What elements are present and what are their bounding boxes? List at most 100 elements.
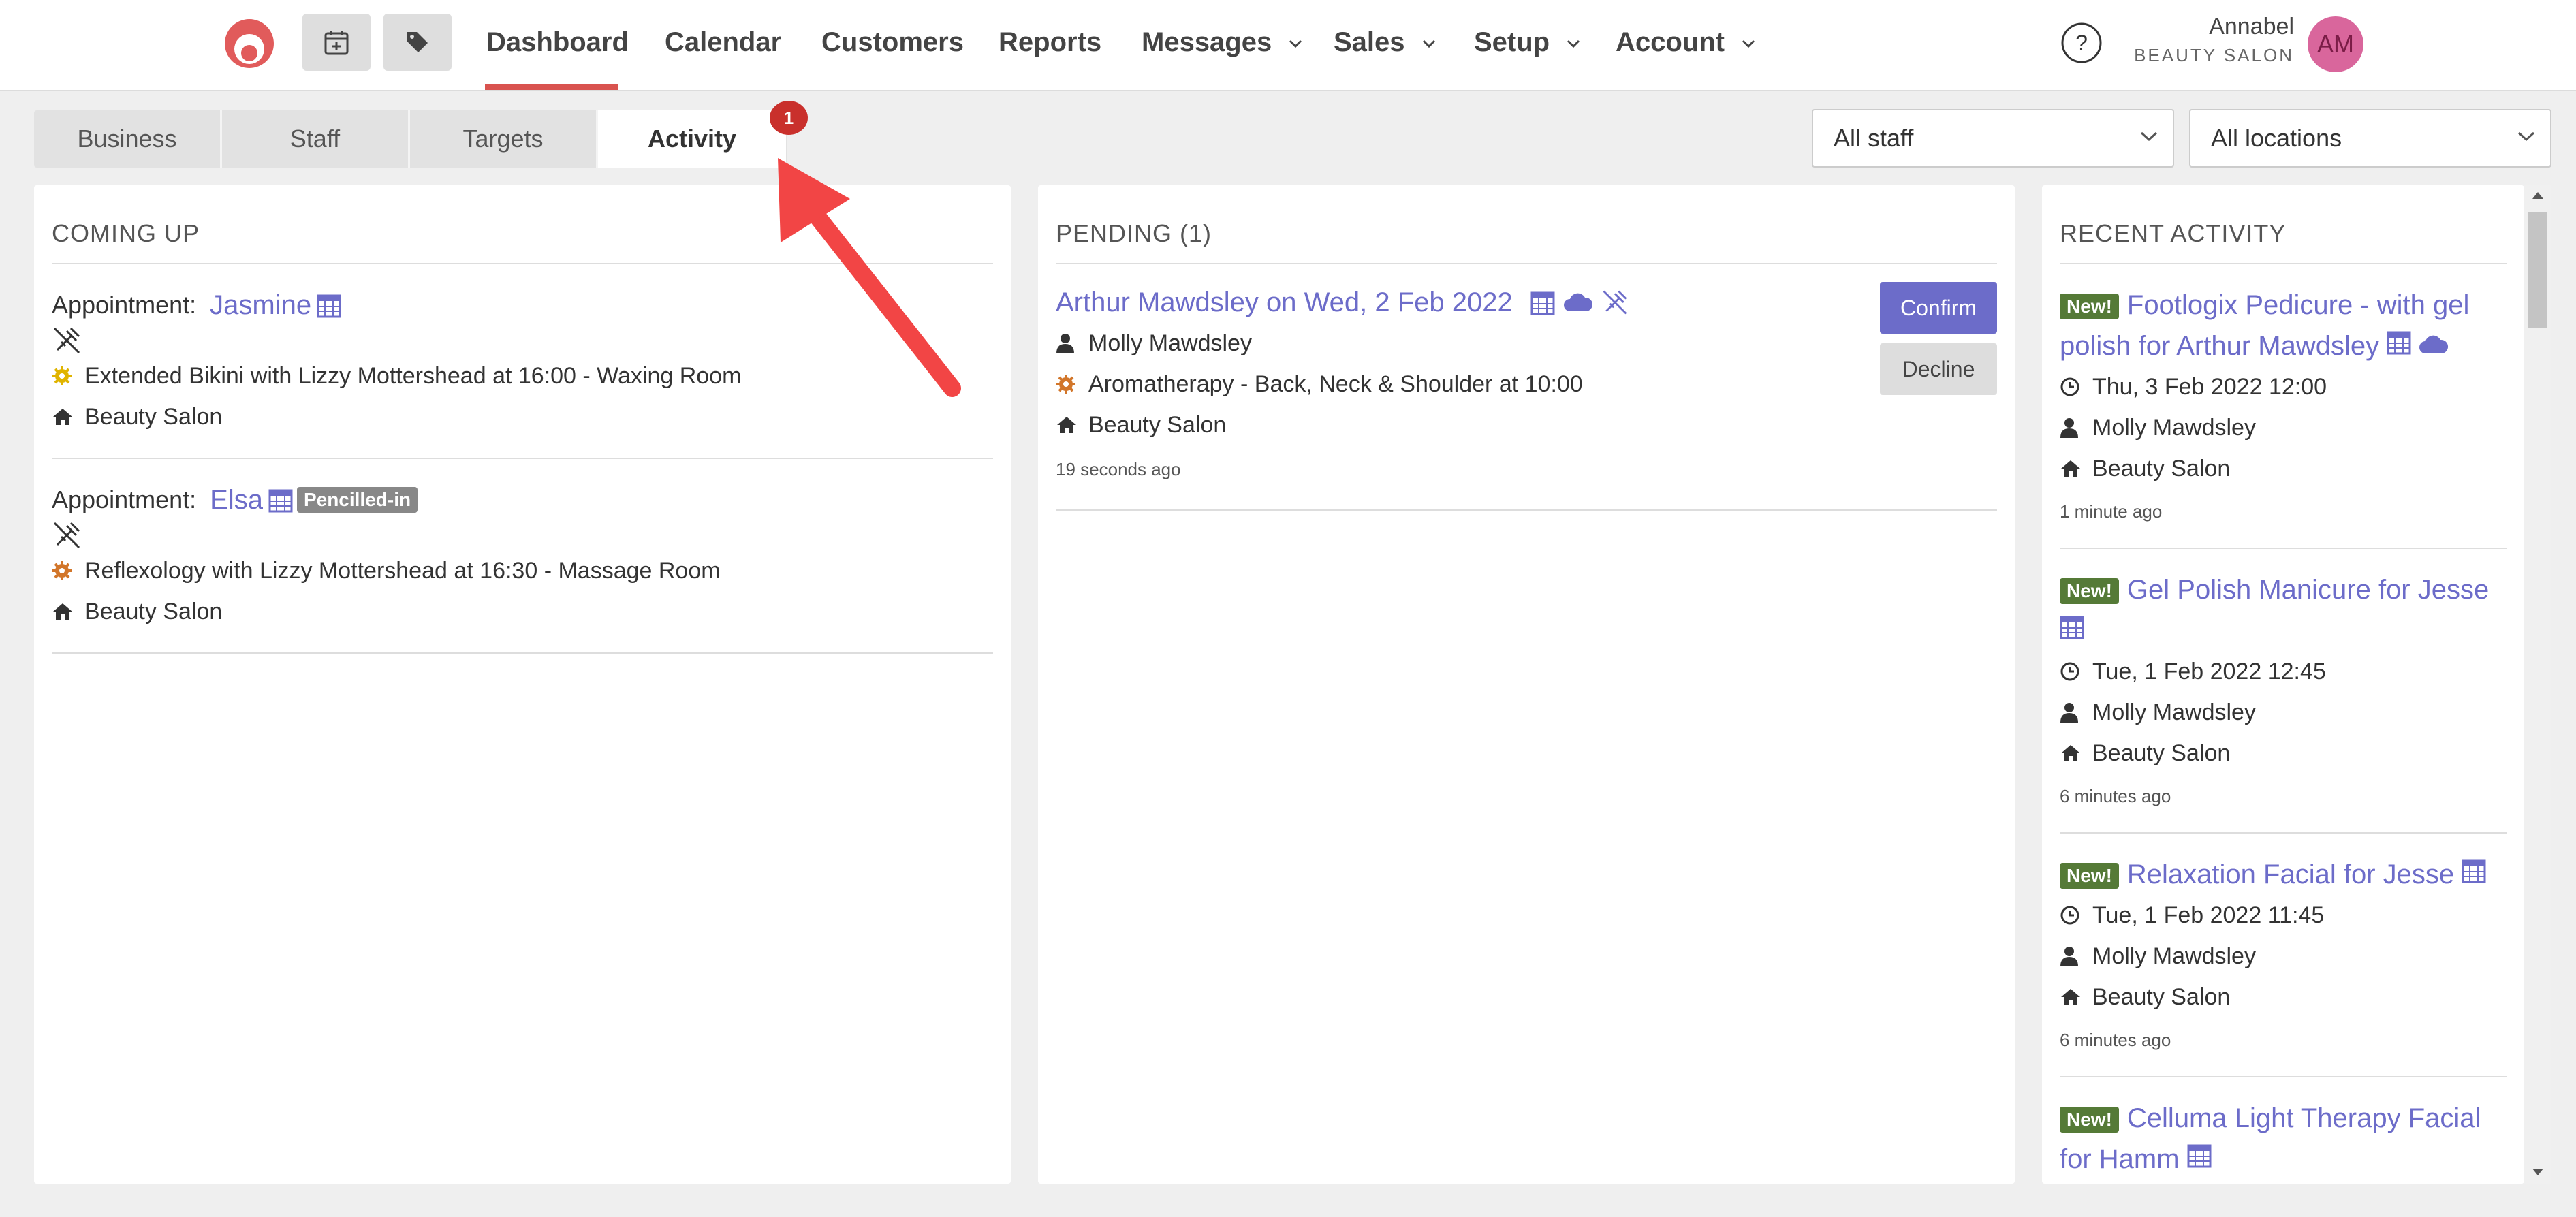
nav-messages[interactable]: Messages xyxy=(1142,25,1302,65)
no-deposit-icon xyxy=(53,327,80,354)
list-item: Arthur Mawdsley on Wed, 2 Feb 2022 Molly… xyxy=(1056,264,1997,511)
nav-setup[interactable]: Setup xyxy=(1474,25,1580,65)
cloud-icon xyxy=(2419,335,2449,353)
chevron-down-icon xyxy=(1422,40,1435,48)
dashboard-tabs: Business Staff Targets Activity xyxy=(34,110,787,168)
staff-filter-select[interactable]: All staff xyxy=(1812,109,2174,168)
recent-activity-scrollbar[interactable] xyxy=(2524,185,2551,1184)
confirm-button[interactable]: Confirm xyxy=(1880,282,1997,334)
calendar-icon[interactable] xyxy=(1530,289,1555,315)
sale-tag-button[interactable] xyxy=(383,14,452,71)
pending-appointment-link[interactable]: Arthur Mawdsley on Wed, 2 Feb 2022 xyxy=(1056,282,1513,323)
chevron-down-icon xyxy=(2517,131,2535,142)
appointment-service: Reflexology with Lizzy Mottershead at 16… xyxy=(84,558,721,584)
pending-service: Aromatherapy - Back, Neck & Shoulder at … xyxy=(1088,371,1583,397)
activity-title-link[interactable]: Celluma Light Therapy Facial xyxy=(2127,1103,2481,1133)
appointment-label: Appointment: xyxy=(52,486,197,513)
chevron-down-icon xyxy=(1289,40,1302,48)
location-filter-value: All locations xyxy=(2211,124,2342,152)
activity-location: Beauty Salon xyxy=(2092,740,2231,766)
clock-icon xyxy=(2060,662,2079,681)
coming-up-panel: COMING UP Appointment: Jasmine Extended … xyxy=(34,185,1011,1184)
recent-activity-panel: RECENT ACTIVITY New! Footlogix Pedicure -… xyxy=(2042,185,2524,1184)
activity-staff: Molly Mawdsley xyxy=(2092,415,2256,441)
home-icon xyxy=(2061,460,2080,477)
home-icon xyxy=(2061,745,2080,761)
gear-icon xyxy=(1056,375,1075,394)
active-nav-indicator xyxy=(485,84,618,90)
home-icon xyxy=(2061,989,2080,1005)
calendar-icon[interactable] xyxy=(2462,857,2486,883)
coming-up-title: COMING UP xyxy=(52,219,993,264)
nav-dashboard[interactable]: Dashboard xyxy=(486,25,629,65)
activity-location: Beauty Salon xyxy=(2092,984,2231,1010)
tag-icon xyxy=(407,32,428,52)
nav-sales-label: Sales xyxy=(1334,27,1405,57)
list-item: Appointment: Elsa Pencilled-in Reflexolo… xyxy=(52,459,993,654)
appointment-customer-link[interactable]: Jasmine xyxy=(210,285,311,326)
avatar[interactable]: AM xyxy=(2308,16,2363,72)
activity-datetime: Thu, 3 Feb 2022 12:00 xyxy=(2092,374,2327,400)
activity-title-link[interactable]: Relaxation Facial for Jesse xyxy=(2127,859,2454,889)
new-appointment-button[interactable] xyxy=(302,14,371,71)
activity-staff: Molly Mawdsley xyxy=(2092,699,2256,725)
appointment-customer-link[interactable]: Elsa xyxy=(210,479,263,520)
user-organisation[interactable]: BEAUTY SALON xyxy=(2111,45,2294,66)
home-icon xyxy=(1057,417,1076,433)
decline-button[interactable]: Decline xyxy=(1880,343,1997,395)
pending-timestamp: 19 seconds ago xyxy=(1056,459,1181,479)
nav-sales[interactable]: Sales xyxy=(1334,25,1436,65)
home-icon xyxy=(53,409,72,425)
chevron-down-icon xyxy=(1742,40,1755,48)
activity-timestamp: 1 minute ago xyxy=(2060,501,2163,522)
activity-title-link[interactable]: Gel Polish Manicure for Jesse xyxy=(2127,575,2489,605)
user-name[interactable]: Annabel xyxy=(2111,14,2294,40)
new-badge: New! xyxy=(2060,863,2119,889)
nav-account[interactable]: Account xyxy=(1616,25,1755,65)
staff-filter-value: All staff xyxy=(1834,124,1914,152)
nav-reports[interactable]: Reports xyxy=(999,25,1101,65)
tab-staff[interactable]: Staff xyxy=(222,110,410,168)
activity-title-link[interactable]: Footlogix Pedicure - with gel xyxy=(2127,290,2469,320)
activity-timestamp: 6 minutes ago xyxy=(2060,786,2171,806)
top-navigation: Dashboard Calendar Customers Reports Mes… xyxy=(0,0,2576,91)
recent-activity-title: RECENT ACTIVITY xyxy=(2060,219,2507,264)
calendar-icon[interactable] xyxy=(2387,329,2411,355)
status-badge: Pencilled-in xyxy=(296,487,418,513)
home-icon xyxy=(53,603,72,620)
clock-icon xyxy=(2060,377,2079,396)
help-icon[interactable]: ? xyxy=(2060,22,2103,64)
tab-activity[interactable]: Activity xyxy=(598,110,786,168)
pending-staff: Molly Mawdsley xyxy=(1088,330,1252,356)
calendar-icon[interactable] xyxy=(317,292,341,318)
svg-text:?: ? xyxy=(2075,31,2088,55)
nav-setup-label: Setup xyxy=(1474,27,1550,57)
location-filter-select[interactable]: All locations xyxy=(2189,109,2551,168)
appointment-label: Appointment: xyxy=(52,291,197,319)
activity-count-badge: 1 xyxy=(770,101,808,135)
no-deposit-icon xyxy=(1603,290,1627,315)
app-logo[interactable] xyxy=(223,18,275,69)
activity-title-link-cont[interactable]: polish for Arthur Mawdsley xyxy=(2060,331,2379,361)
no-deposit-icon xyxy=(53,522,80,549)
nav-customers[interactable]: Customers xyxy=(821,25,964,65)
new-badge: New! xyxy=(2060,294,2119,320)
list-item: Appointment: Jasmine Extended Bikini wit… xyxy=(52,264,993,459)
scrollbar-thumb[interactable] xyxy=(2528,212,2547,328)
nav-calendar[interactable]: Calendar xyxy=(665,25,781,65)
activity-datetime: Tue, 1 Feb 2022 12:45 xyxy=(2092,659,2326,684)
calendar-icon[interactable] xyxy=(268,487,293,513)
appointment-service: Extended Bikini with Lizzy Mottershead a… xyxy=(84,363,742,389)
nav-account-label: Account xyxy=(1616,27,1725,57)
calendar-icon[interactable] xyxy=(2060,614,2084,639)
tab-targets[interactable]: Targets xyxy=(410,110,598,168)
scroll-up-icon[interactable] xyxy=(2531,191,2545,200)
clock-icon xyxy=(2060,906,2079,925)
list-item: New! Celluma Light Therapy Facial for Ham… xyxy=(2060,1077,2507,1180)
tab-business[interactable]: Business xyxy=(34,110,222,168)
activity-title-link-cont[interactable]: for Hamm xyxy=(2060,1144,2180,1174)
list-item: New! Footlogix Pedicure - with gel polish… xyxy=(2060,264,2507,549)
calendar-icon[interactable] xyxy=(2187,1142,2212,1168)
scroll-down-icon[interactable] xyxy=(2531,1167,2545,1177)
new-badge: New! xyxy=(2060,1107,2119,1133)
